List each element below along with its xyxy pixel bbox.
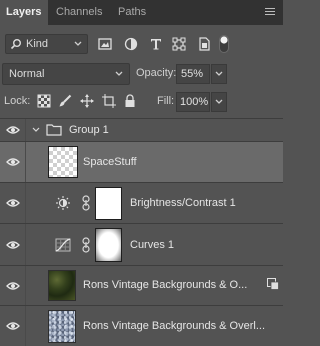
layer-name: SpaceStuff xyxy=(83,156,137,168)
blend-row: Normal Opacity: 55% xyxy=(0,63,283,85)
layer-row-pixel[interactable]: Rons Vintage Backgrounds & Overl... xyxy=(0,306,283,346)
fill-input[interactable]: 100% xyxy=(176,92,210,112)
chevron-down-icon xyxy=(74,41,82,46)
layer-row-selected[interactable]: SpaceStuff xyxy=(0,142,283,183)
chevron-down-icon xyxy=(215,71,223,76)
tab-paths[interactable]: Paths xyxy=(118,0,158,25)
blend-mode-select[interactable]: Normal xyxy=(2,63,130,85)
layer-name: Rons Vintage Backgrounds & Overl... xyxy=(83,320,266,332)
eye-icon xyxy=(6,241,20,249)
visibility-toggle[interactable] xyxy=(0,266,26,305)
layer-name: Rons Vintage Backgrounds & O... xyxy=(83,279,248,291)
layer-thumbnail xyxy=(48,146,78,178)
link-chain-icon[interactable] xyxy=(82,195,90,211)
layer-thumbnail xyxy=(48,270,76,301)
eye-icon xyxy=(6,126,20,134)
smart-object-badge-icon xyxy=(267,278,279,290)
curves-icon xyxy=(55,238,71,252)
shape-filter-icon[interactable] xyxy=(172,37,186,51)
lock-artboard-icon[interactable] xyxy=(102,94,116,108)
eye-icon xyxy=(6,158,20,166)
search-icon xyxy=(10,39,21,50)
visibility-toggle[interactable] xyxy=(0,224,26,265)
layer-name: Curves 1 xyxy=(130,239,175,251)
lock-transparent-icon[interactable] xyxy=(37,94,51,108)
layer-row-adjustment[interactable]: Curves 1 xyxy=(0,224,283,266)
blend-mode-value: Normal xyxy=(9,68,45,80)
panel-tab-bar: Layers Channels Paths xyxy=(0,0,283,25)
lock-row: Lock: Fill: 100% xyxy=(0,85,283,119)
fill-slider-button[interactable] xyxy=(211,92,227,112)
filter-kind-label: Kind xyxy=(26,38,49,50)
tab-layers[interactable]: Layers xyxy=(0,0,48,25)
layer-thumbnail xyxy=(48,310,76,343)
layer-row-smart-object[interactable]: Rons Vintage Backgrounds & O... xyxy=(0,266,283,306)
visibility-toggle[interactable] xyxy=(0,183,26,223)
link-chain-icon[interactable] xyxy=(82,237,90,253)
visibility-toggle[interactable] xyxy=(0,306,26,346)
fill-label: Fill: xyxy=(157,95,175,107)
lock-image-icon[interactable] xyxy=(58,94,72,108)
layers-list: Group 1 SpaceStuff Brightness/Contrast 1… xyxy=(0,119,283,346)
lock-label: Lock: xyxy=(4,95,31,107)
layer-mask-thumbnail xyxy=(95,187,122,220)
folder-icon xyxy=(46,124,62,136)
chevron-down-icon[interactable] xyxy=(32,126,40,134)
lock-all-icon[interactable] xyxy=(123,94,137,108)
type-filter-icon[interactable] xyxy=(149,37,163,51)
eye-icon xyxy=(6,322,20,330)
lock-position-icon[interactable] xyxy=(80,94,94,108)
layer-filter-row: Kind xyxy=(0,25,283,63)
layer-row-adjustment[interactable]: Brightness/Contrast 1 xyxy=(0,183,283,224)
adjustment-filter-icon[interactable] xyxy=(124,37,138,51)
layer-row-group[interactable]: Group 1 xyxy=(0,119,283,142)
layer-mask-thumbnail xyxy=(95,228,122,262)
smart-object-filter-icon[interactable] xyxy=(197,37,211,51)
opacity-label: Opacity: xyxy=(136,67,177,79)
layer-name: Brightness/Contrast 1 xyxy=(130,197,236,209)
chevron-down-icon xyxy=(115,71,123,76)
chevron-down-icon xyxy=(215,99,223,104)
layer-name: Group 1 xyxy=(69,124,109,136)
filter-toggle-icon[interactable] xyxy=(219,35,229,53)
panel-menu-icon[interactable] xyxy=(265,8,275,16)
pixel-filter-icon[interactable] xyxy=(98,37,112,51)
opacity-slider-button[interactable] xyxy=(211,64,227,84)
eye-icon xyxy=(6,282,20,290)
eye-icon xyxy=(6,199,20,207)
fill-value: 100% xyxy=(180,96,209,108)
brightness-contrast-icon xyxy=(56,196,70,210)
tab-channels[interactable]: Channels xyxy=(56,0,116,25)
visibility-toggle[interactable] xyxy=(0,142,26,182)
visibility-toggle[interactable] xyxy=(0,119,26,141)
opacity-value: 55% xyxy=(181,68,204,80)
filter-kind-select[interactable]: Kind xyxy=(5,34,88,54)
opacity-input[interactable]: 55% xyxy=(176,64,210,84)
